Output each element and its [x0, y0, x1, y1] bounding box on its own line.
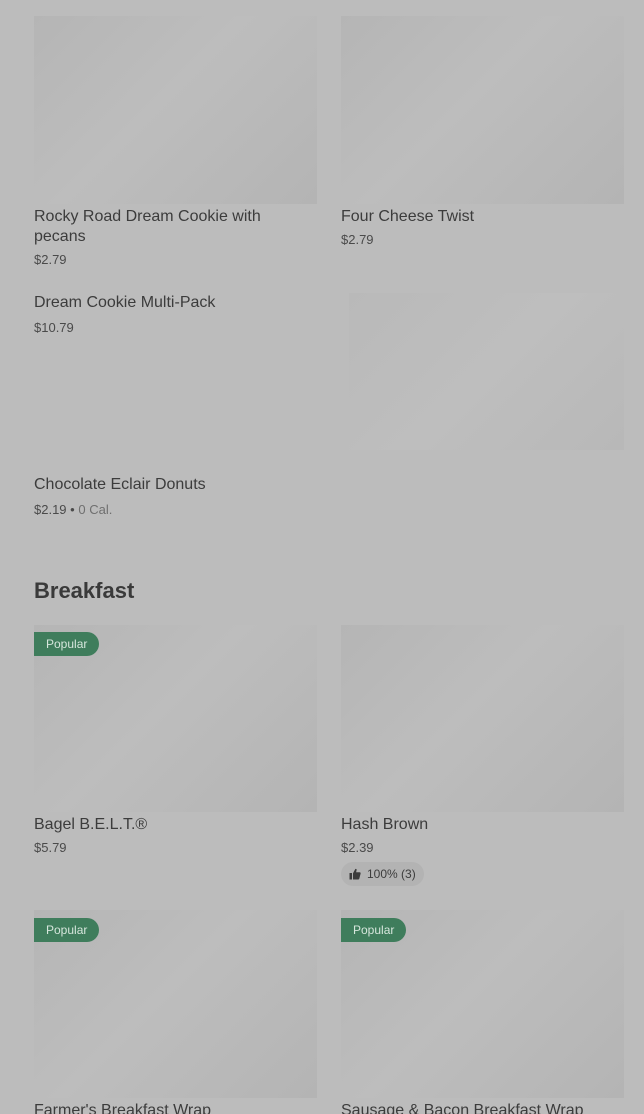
rating-text-hash-brown: 100% (3) — [367, 867, 416, 881]
item-price-four-cheese: $2.79 — [341, 232, 374, 247]
item-title-hash-brown[interactable]: Hash Brown — [341, 815, 611, 835]
rating-badge-hash-brown: 100% (3) — [341, 862, 424, 886]
popular-badge-sausage: Popular — [341, 918, 407, 942]
item-title-four-cheese[interactable]: Four Cheese Twist — [341, 207, 611, 227]
item-title-sausage[interactable]: Sausage & Bacon Breakfast Wrap — [341, 1101, 624, 1114]
popular-badge-farmer: Popular — [34, 918, 100, 942]
thumbs-up-icon — [349, 868, 361, 880]
four-cheese-twist-image[interactable] — [341, 16, 624, 204]
section-title-breakfast: Breakfast — [34, 578, 135, 603]
item-price-hash-brown: $2.39 — [341, 840, 374, 855]
hash-brown-image[interactable] — [341, 625, 624, 812]
item-title-eclair[interactable]: Chocolate Eclair Donuts — [34, 475, 324, 495]
item-title-multipack[interactable]: Dream Cookie Multi-Pack — [34, 293, 324, 313]
popular-badge-bagel: Popular — [34, 632, 100, 656]
item-title-farmer[interactable]: Farmer's Breakfast Wrap — [34, 1101, 314, 1114]
item-calories-eclair: 0 Cal. — [78, 502, 113, 517]
item-price-bagel: $5.79 — [34, 840, 67, 855]
rocky-road-cookie-image[interactable] — [34, 16, 317, 204]
multipack-image[interactable] — [349, 293, 624, 450]
item-title-rocky-road[interactable]: Rocky Road Dream Cookie with pecans — [34, 207, 304, 247]
price-separator: • — [70, 502, 75, 517]
item-title-bagel[interactable]: Bagel B.E.L.T.® — [34, 815, 304, 835]
item-price-eclair: $2.19 — [34, 502, 67, 517]
item-price-line-eclair: $2.19 • 0 Cal. — [34, 502, 112, 518]
item-price-rocky-road: $2.79 — [34, 252, 67, 267]
menu-page: Rocky Road Dream Cookie with pecans $2.7… — [0, 0, 644, 1114]
item-price-multipack: $10.79 — [34, 320, 74, 335]
